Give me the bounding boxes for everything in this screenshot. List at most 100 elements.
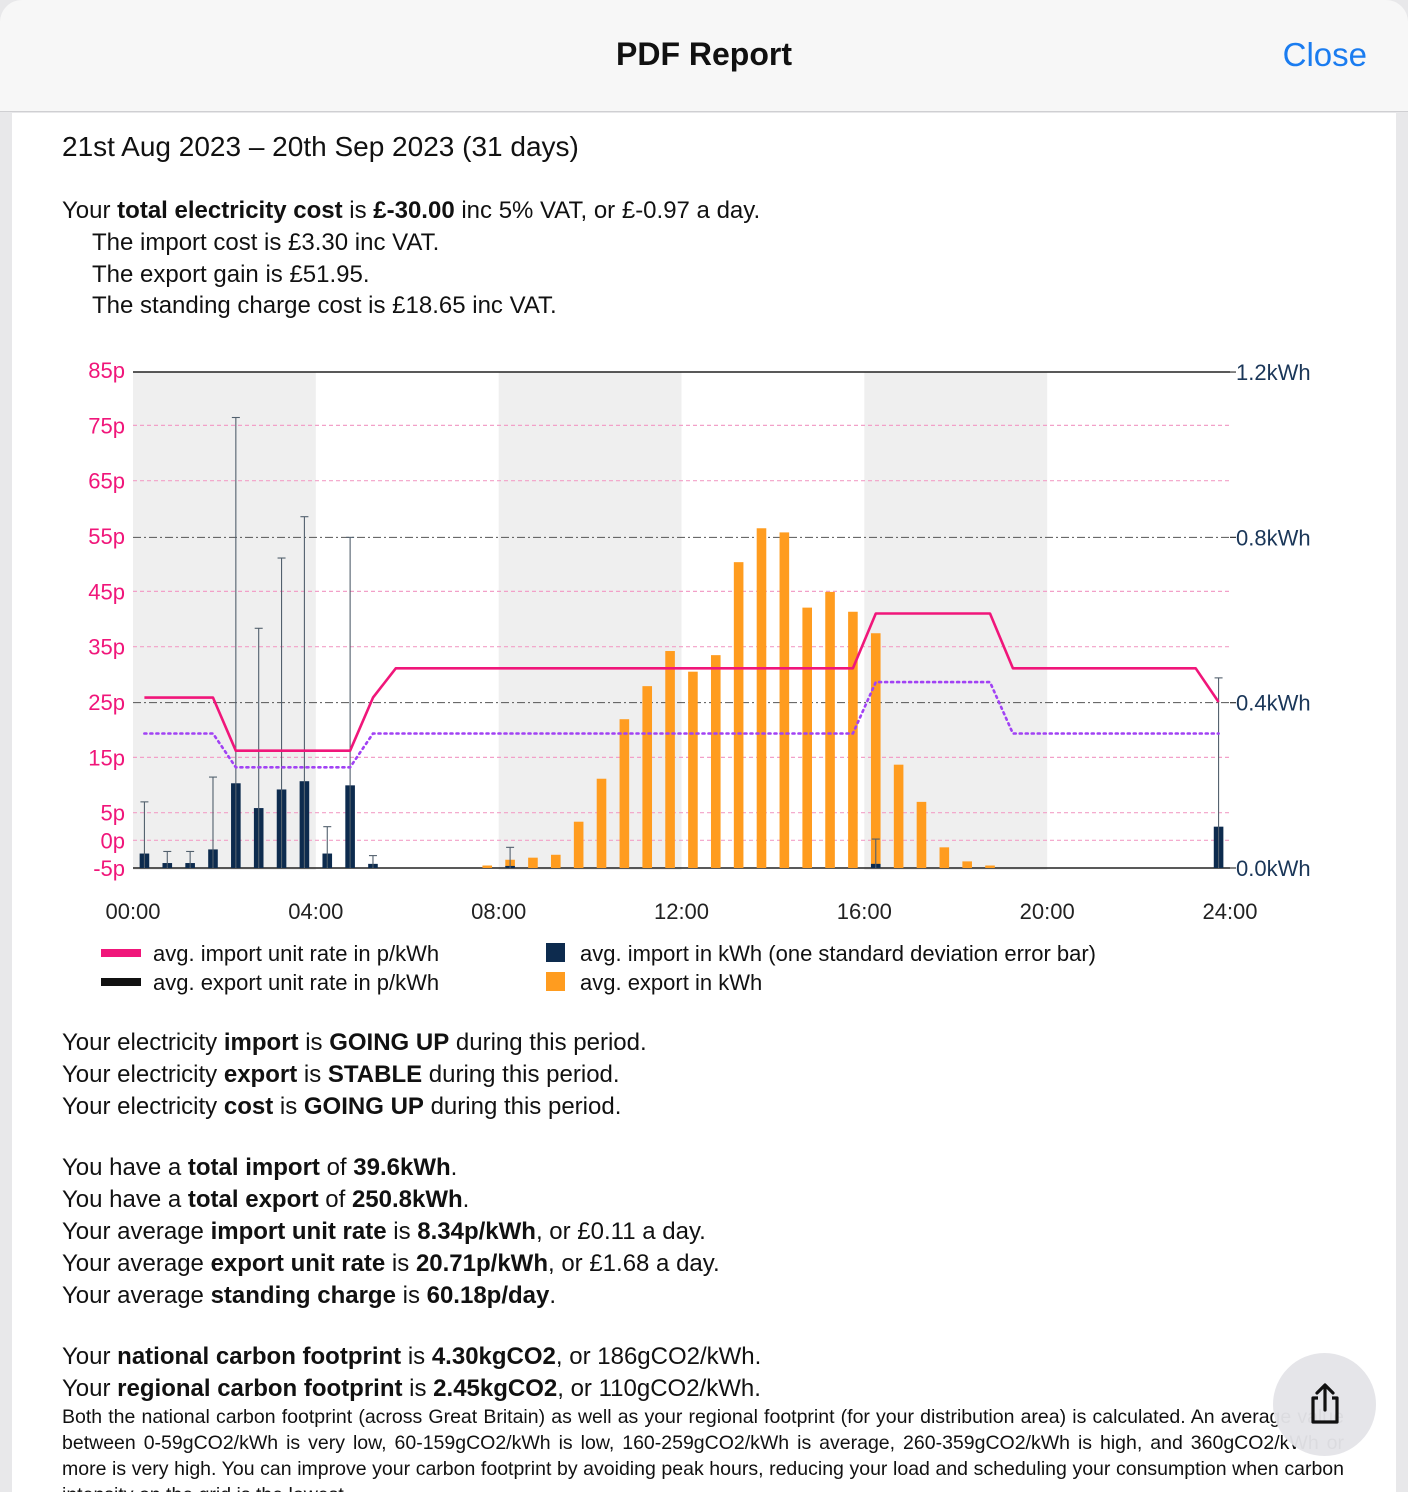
legend-label: avg. export in kWh (580, 970, 762, 995)
text-run: Your (62, 1375, 118, 1402)
text-run-bold: total import (187, 1154, 320, 1181)
legend-label: avg. export unit rate in p/kWh (153, 970, 439, 995)
text-run: is (386, 1218, 418, 1245)
export-bar (916, 801, 927, 868)
close-button[interactable]: Close (1283, 36, 1367, 74)
report-sheet: PDF Report Close 21st Aug 2023 – 20th Se… (0, 0, 1408, 1492)
text-run-bold: import unit rate (210, 1218, 387, 1245)
text-run-bold: 39.6kWh (353, 1154, 451, 1181)
export-bar (939, 847, 950, 868)
text-run: of (318, 1186, 352, 1213)
x-tick-label: 08:00 (471, 899, 526, 924)
pdf-page[interactable]: 21st Aug 2023 – 20th Sep 2023 (31 days) … (12, 113, 1396, 1492)
y-left-tick-label: 15p (88, 745, 125, 770)
text-run-bold: 250.8kWh (351, 1186, 463, 1213)
shaded-band (133, 372, 316, 870)
report-period: 21st Aug 2023 – 20th Sep 2023 (31 days) (62, 131, 579, 162)
export-bar (596, 778, 607, 868)
shaded-band (498, 372, 682, 870)
text-run: is (297, 1061, 328, 1088)
text-run-bold: total export (187, 1186, 319, 1213)
shaded-band (864, 372, 1048, 870)
import-cost-line: The import cost is £3.30 inc VAT. (92, 229, 440, 256)
text-run-bold: total electricity cost (117, 197, 343, 224)
export-bar (962, 861, 972, 868)
y-left-tick-label: 0p (101, 828, 125, 853)
text-run: is (395, 1282, 427, 1309)
carbon-line: Your regional carbon footprint is 2.45kg… (62, 1375, 761, 1403)
text-run-bold: 4.30kgCO2 (431, 1343, 556, 1370)
text-run: , or £0.11 a day. (535, 1218, 706, 1245)
text-run: is (342, 197, 374, 224)
carbon-line: Your national carbon footprint is 4.30kg… (62, 1343, 761, 1371)
text-run: Your average (62, 1282, 211, 1309)
y-right-tick-label: 0.8kWh (1236, 525, 1311, 550)
export-bar (619, 719, 630, 868)
text-run-bold: export unit rate (210, 1250, 386, 1277)
share-button[interactable] (1273, 1353, 1376, 1456)
legend-label: avg. import unit rate in p/kWh (153, 941, 439, 966)
total-cost-line: Your total electricity cost is £-30.00 i… (62, 197, 760, 225)
y-left-tick-label: 65p (88, 469, 125, 494)
export-bar (848, 611, 858, 868)
totals-line: Your average standing charge is 60.18p/d… (62, 1282, 556, 1310)
export-bar (642, 686, 653, 868)
text-run: You have a (62, 1186, 188, 1213)
export-bar (870, 633, 881, 868)
y-left-tick-label: 25p (88, 690, 125, 715)
export-bar (551, 854, 561, 868)
x-tick-label: 12:00 (654, 899, 709, 924)
text-run-bold: cost (223, 1093, 274, 1120)
export-gain-line: The export gain is £51.95. (92, 261, 370, 288)
text-run: Your electricity (62, 1061, 224, 1088)
totals-line: Your average import unit rate is 8.34p/k… (62, 1218, 706, 1246)
export-bar (482, 865, 493, 868)
text-run-bold: 60.18p/day (426, 1282, 550, 1309)
export-bar (756, 528, 767, 868)
trends-line: Your electricity import is GOING UP duri… (62, 1029, 647, 1057)
totals-line: You have a total export of 250.8kWh. (62, 1186, 469, 1214)
y-right-tick-label: 1.2kWh (1236, 360, 1311, 385)
text-run-bold: STABLE (327, 1061, 423, 1088)
text-run: Your average (62, 1250, 211, 1277)
y-left-tick-label: 85p (88, 358, 125, 383)
totals-line: Your average export unit rate is 20.71p/… (62, 1250, 720, 1278)
text-run: inc 5% VAT, or £-0.97 a day. (454, 197, 761, 224)
text-run-bold: £-30.00 (373, 197, 455, 224)
text-run: during this period. (449, 1029, 647, 1056)
y-left-tick-label: 45p (88, 579, 125, 604)
y-left-tick-label: 55p (88, 524, 125, 549)
legend-label: avg. import in kWh (one standard deviati… (580, 941, 1096, 966)
export-bar (893, 764, 904, 868)
text-run: . (462, 1186, 470, 1213)
text-run-bold: standing charge (210, 1282, 396, 1309)
export-bar (825, 591, 835, 868)
x-tick-label: 04:00 (288, 899, 343, 924)
text-run: is (298, 1029, 330, 1056)
text-run: Your electricity (62, 1029, 224, 1056)
export-bar (985, 865, 995, 868)
y-right-tick-label: 0.0kWh (1236, 856, 1311, 881)
text-run: is (385, 1250, 416, 1277)
trends-line: Your electricity export is STABLE during… (62, 1061, 620, 1089)
y-left-tick-label: 35p (88, 635, 125, 660)
text-run: is (401, 1343, 432, 1370)
y-left-tick-label: 5p (101, 801, 125, 826)
x-tick-label: 16:00 (837, 899, 892, 924)
text-run-bold: 2.45kgCO2 (433, 1375, 558, 1402)
trends-line: Your electricity cost is GOING UP during… (62, 1093, 621, 1121)
page-title: PDF Report (616, 36, 792, 72)
standing-charge-line: The standing charge cost is £18.65 inc V… (92, 292, 557, 319)
legend-swatch (101, 978, 141, 986)
text-run: during this period. (422, 1061, 620, 1088)
text-run: during this period. (423, 1093, 622, 1120)
share-icon (1311, 1383, 1339, 1424)
text-run: of (319, 1154, 354, 1181)
x-tick-label: 20:00 (1020, 899, 1075, 924)
text-run: Your average (62, 1218, 211, 1245)
export-bar (733, 562, 744, 868)
text-run: is (273, 1093, 304, 1120)
usage-chart: 85p 75p 65p 55p 45p 35p 25p 15p 5p0p -5p 1.2kWh 0.8… (88, 358, 1311, 995)
text-run: Your electricity (62, 1093, 224, 1120)
totals-line: You have a total import of 39.6kWh. (62, 1154, 457, 1182)
